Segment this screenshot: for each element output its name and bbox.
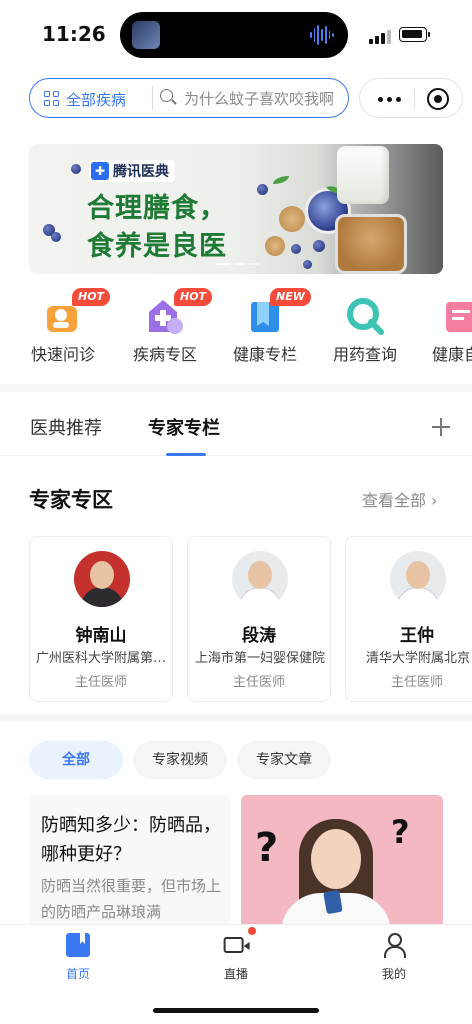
status-time: 11:26 bbox=[42, 22, 106, 46]
expert-card-list: 钟南山 广州医科大学附属第一医院 主任医师 段涛 上海市第一妇婴保健院 主任医师… bbox=[29, 536, 472, 702]
expert-card[interactable]: 钟南山 广州医科大学附属第一医院 主任医师 bbox=[29, 536, 173, 702]
tab-expert-column[interactable]: 专家专栏 bbox=[148, 414, 220, 440]
nav-live-label: 直播 bbox=[223, 967, 248, 981]
banner-headline-2: 食养是良医 bbox=[87, 231, 227, 262]
filter-expert-article[interactable]: 专家文章 bbox=[237, 741, 331, 779]
quick-entry-row: HOT 快速问诊 HOT 疾病专区 NEW 健康专栏 用药查询 健康自 bbox=[0, 288, 472, 368]
quick-entry-drug-search[interactable]: 用药查询 bbox=[320, 288, 410, 368]
question-mark-icon: ? bbox=[391, 813, 410, 851]
nav-profile[interactable]: 我的 bbox=[354, 933, 434, 989]
see-all-link[interactable]: 查看全部 › bbox=[362, 487, 438, 511]
expert-card[interactable]: 段涛 上海市第一妇婴保健院 主任医师 bbox=[187, 536, 331, 702]
quick-entry-health[interactable]: 健康自 bbox=[420, 288, 472, 368]
quick-entry-label: 用药查询 bbox=[332, 345, 397, 364]
avatar bbox=[232, 551, 288, 607]
close-target-icon[interactable] bbox=[427, 88, 449, 110]
chevron-right-icon: › bbox=[431, 491, 438, 510]
home-indicator bbox=[153, 1008, 319, 1013]
hot-tag: HOT bbox=[72, 288, 111, 306]
article-summary: 防晒当然很重要，但市场上的防晒产品琳琅满 bbox=[41, 877, 222, 921]
home-icon bbox=[66, 933, 90, 957]
experts-section-title: 专家专区 bbox=[29, 488, 113, 512]
notification-dot bbox=[248, 927, 256, 935]
brand-name: 腾讯医典 bbox=[113, 164, 169, 180]
now-playing-app-icon bbox=[132, 21, 160, 49]
nav-home[interactable]: 首页 bbox=[38, 933, 118, 989]
quick-entry-label: 健康自 bbox=[432, 345, 472, 364]
quick-entry-label: 健康专栏 bbox=[232, 345, 297, 364]
add-tab-icon[interactable] bbox=[432, 418, 450, 436]
nav-live[interactable]: 直播 bbox=[196, 933, 276, 989]
status-bar: 11:26 bbox=[0, 0, 472, 70]
see-all-label: 查看全部 bbox=[362, 491, 427, 510]
search-input[interactable] bbox=[184, 87, 344, 111]
hot-tag: HOT bbox=[174, 288, 213, 306]
drug-search-icon bbox=[345, 296, 385, 336]
filter-expert-video[interactable]: 专家视频 bbox=[133, 741, 227, 779]
filter-all[interactable]: 全部 bbox=[29, 741, 123, 779]
banner-headline-1: 合理膳食， bbox=[87, 193, 227, 224]
more-icon[interactable] bbox=[378, 97, 401, 102]
article-image[interactable]: ? ? bbox=[241, 795, 443, 935]
mini-program-capsule bbox=[359, 78, 463, 118]
cellular-signal-icon bbox=[369, 30, 391, 44]
live-icon bbox=[223, 937, 250, 953]
quick-entry-disease[interactable]: HOT 疾病专区 bbox=[120, 288, 213, 368]
brand-logo: ✚ 腾讯医典 bbox=[89, 160, 175, 182]
expert-name: 钟南山 bbox=[75, 626, 127, 646]
avatar bbox=[390, 551, 446, 607]
capsule-divider bbox=[414, 89, 415, 109]
search-bar: 全部疾病 bbox=[29, 78, 349, 118]
nav-home-label: 首页 bbox=[65, 967, 90, 981]
section-divider bbox=[0, 384, 472, 392]
article-title: 防晒知多少：防晒品，哪种更好？ bbox=[41, 815, 221, 865]
section-divider bbox=[0, 714, 472, 722]
active-tab-indicator bbox=[166, 453, 206, 456]
quick-entry-label: 疾病专区 bbox=[132, 345, 197, 364]
avatar bbox=[74, 551, 130, 607]
expert-card[interactable]: 王仲 清华大学附属北京 主任医师 bbox=[345, 536, 472, 702]
expert-name: 王仲 bbox=[400, 626, 434, 646]
article-card[interactable]: 防晒知多少：防晒品，哪种更好？ 防晒当然很重要，但市场上的防晒产品琳琅满 bbox=[29, 795, 231, 935]
expert-title: 主任医师 bbox=[232, 675, 285, 690]
health-icon bbox=[440, 296, 472, 336]
quick-entry-label: 快速问诊 bbox=[30, 345, 95, 364]
expert-title: 主任医师 bbox=[390, 675, 443, 690]
profile-icon bbox=[382, 933, 406, 958]
expert-title: 主任医师 bbox=[74, 675, 127, 690]
granola-jar-illustration bbox=[335, 214, 407, 274]
quick-entry-column[interactable]: NEW 健康专栏 bbox=[220, 288, 311, 368]
search-divider bbox=[152, 86, 153, 110]
expert-org: 清华大学附属北京 bbox=[365, 651, 470, 666]
all-diseases-label: 全部疾病 bbox=[66, 90, 127, 109]
expert-name: 段涛 bbox=[242, 626, 276, 646]
banner-pager bbox=[215, 263, 259, 265]
new-tag: NEW bbox=[270, 288, 311, 306]
expert-org: 广州医科大学附属第一医院 bbox=[36, 651, 168, 666]
audio-wave-icon bbox=[310, 24, 335, 46]
brand-mark-icon: ✚ bbox=[91, 162, 109, 180]
tab-recommend[interactable]: 医典推荐 bbox=[30, 414, 102, 440]
question-mark-icon: ? bbox=[255, 825, 279, 871]
content-tabs: 医典推荐 专家专栏 bbox=[0, 392, 472, 456]
all-diseases-button[interactable]: 全部疾病 bbox=[44, 88, 126, 110]
quick-entry-consult[interactable]: HOT 快速问诊 bbox=[18, 288, 111, 368]
battery-icon bbox=[399, 27, 430, 42]
milk-glass-illustration bbox=[337, 146, 389, 204]
expert-org: 上海市第一妇婴保健院 bbox=[194, 651, 325, 666]
nav-profile-label: 我的 bbox=[381, 967, 406, 981]
search-icon bbox=[160, 89, 177, 106]
dynamic-island bbox=[120, 12, 348, 58]
promo-banner[interactable]: ✚ 腾讯医典 合理膳食， 食养是良医 bbox=[29, 144, 443, 274]
grid-icon bbox=[44, 91, 60, 107]
